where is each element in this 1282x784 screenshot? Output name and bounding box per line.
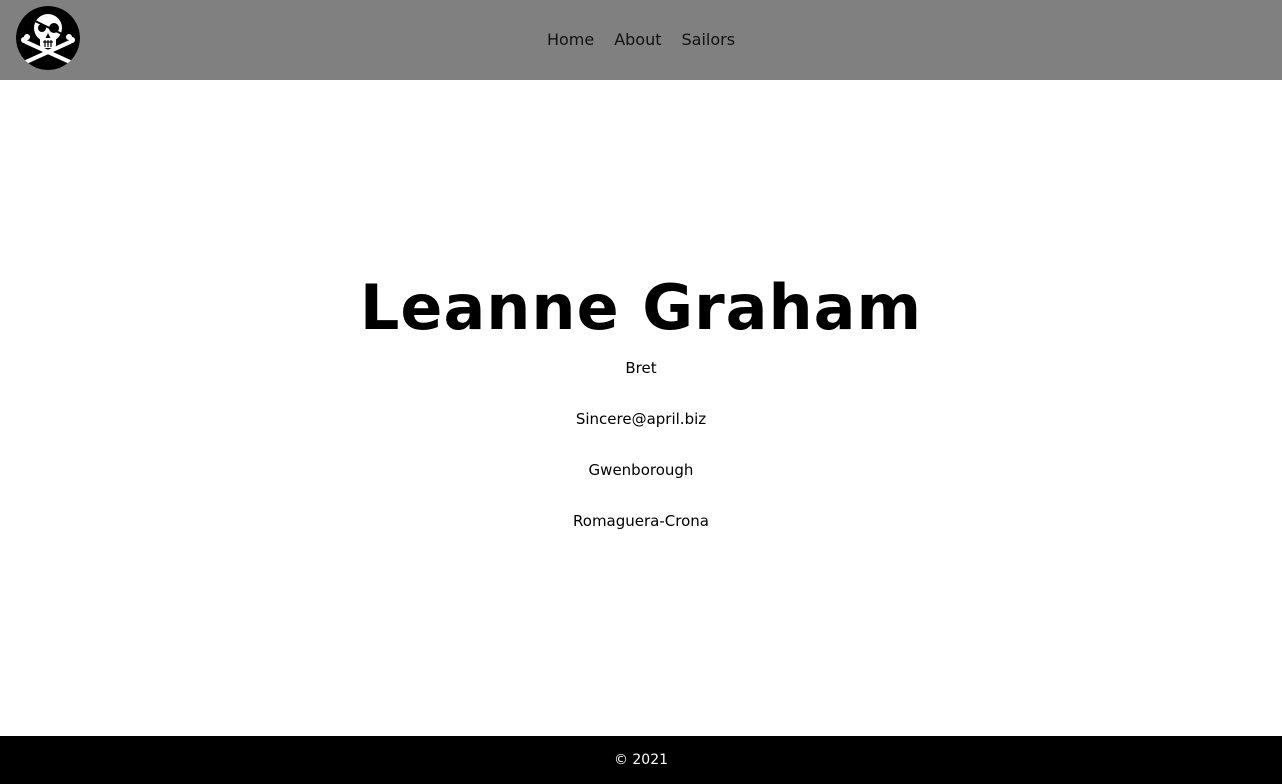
copyright-text: © 2021 [613,752,669,768]
footer: © 2021 [0,736,1282,784]
sailor-email: Sincere@april.biz [575,410,707,428]
sailor-username: Bret [625,359,657,377]
sailor-city: Gwenborough [588,461,694,479]
logo-link[interactable] [16,6,80,70]
nav-sailors-link[interactable]: Sailors [682,30,736,50]
navbar: Home About Sailors [0,0,1282,80]
sailor-name: Leanne Graham [359,271,923,344]
nav-home-link[interactable]: Home [547,30,594,50]
nav-about-link[interactable]: About [614,30,661,50]
main-nav: Home About Sailors [0,0,1282,80]
pirate-skull-icon [16,6,80,70]
sailor-profile: Leanne Graham Bret Sincere@april.biz Gwe… [0,80,1282,736]
sailor-company: Romaguera-Crona [573,512,709,530]
